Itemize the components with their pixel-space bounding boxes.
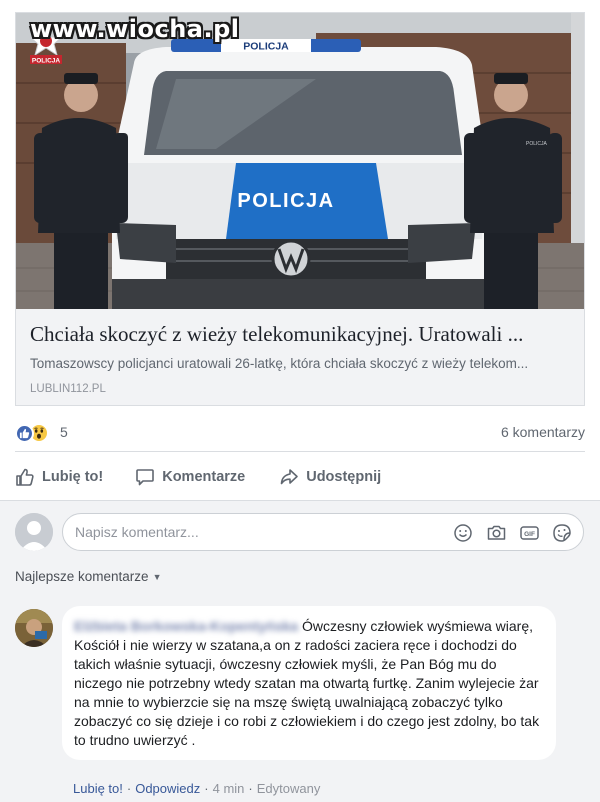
chevron-down-icon: ▼ — [152, 571, 162, 582]
commenter-avatar[interactable] — [15, 609, 53, 647]
comments-section: Napisz komentarz... GIF Najlepsze koment… — [0, 500, 600, 802]
reaction-count[interactable]: 5 — [60, 424, 68, 440]
svg-text:GIF: GIF — [524, 531, 535, 538]
comment-author-name[interactable]: Elżbieta Borkowska-Kopentyńska — [74, 618, 298, 634]
preview-image[interactable]: POLICJA POLICJA POLICJA POLICJA www.wioc… — [16, 13, 584, 309]
separator-dot: · — [204, 781, 209, 796]
current-user-avatar[interactable] — [15, 513, 53, 551]
comment-button[interactable]: Komentarze — [135, 461, 245, 493]
preview-domain: LUBLIN112.PL — [30, 383, 106, 395]
comments-count-link[interactable]: 6 komentarzy — [501, 424, 585, 440]
comment-button-label: Komentarze — [162, 469, 246, 485]
sticker-icon[interactable] — [551, 522, 573, 544]
comment-reply-link[interactable]: Odpowiedz — [135, 781, 200, 796]
share-button[interactable]: Udostępnij — [279, 461, 381, 493]
comment-edited-label[interactable]: Edytowany — [257, 781, 321, 796]
reaction-icons[interactable] — [15, 423, 49, 443]
comment-like-link[interactable]: Lubię to! — [73, 781, 123, 796]
thumbs-up-icon — [16, 468, 34, 486]
van-side-label: POLICJA — [237, 190, 334, 212]
emoji-icon[interactable] — [452, 522, 474, 544]
gif-icon[interactable]: GIF — [518, 522, 540, 544]
comment-meta: Lubię to! · Odpowiedz · 4 min · Edytowan… — [73, 781, 320, 796]
post-actions: Lubię to! Komentarze Udostępnij — [15, 457, 585, 497]
light-bar-label: POLICJA — [243, 41, 289, 53]
comment-input[interactable]: Napisz komentarz... GIF — [62, 513, 584, 551]
post-card: POLICJA POLICJA POLICJA POLICJA www.wioc… — [0, 0, 600, 500]
comment-bubble-icon — [136, 469, 155, 486]
sort-label: Najlepsze komentarze — [15, 569, 149, 584]
composer-icons: GIF — [441, 522, 573, 544]
like-button[interactable]: Lubię to! — [15, 461, 103, 493]
share-arrow-icon — [280, 469, 299, 485]
comment-bubble: Elżbieta Borkowska-Kopentyńska Ówczesny … — [62, 606, 556, 760]
like-icon — [15, 423, 34, 443]
police-van-photo: POLICJA POLICJA POLICJA POLICJA — [16, 13, 584, 309]
separator-dot: · — [248, 781, 253, 796]
share-button-label: Udostępnij — [306, 469, 382, 485]
comment-input-placeholder: Napisz komentarz... — [75, 524, 199, 540]
preview-description: Tomaszowscy policjanci uratowali 26-latk… — [30, 356, 529, 371]
svg-text:POLICJA: POLICJA — [32, 58, 60, 65]
preview-title[interactable]: Chciała skoczyć z wieży telekomunikacyjn… — [30, 321, 570, 347]
comment-sort-selector[interactable]: Najlepsze komentarze ▼ — [15, 569, 162, 584]
reactions-row: 5 6 komentarzy — [15, 420, 585, 446]
comment-text: Ówczesny człowiek wyśmiewa wiarę, Kośció… — [74, 618, 540, 748]
comment-timestamp[interactable]: 4 min — [213, 781, 245, 796]
camera-icon[interactable] — [485, 522, 507, 544]
link-preview[interactable]: POLICJA POLICJA POLICJA POLICJA www.wioc… — [15, 12, 585, 406]
separator-dot: · — [126, 781, 132, 796]
divider — [15, 451, 585, 452]
watermark-logo: www.wiocha.pl — [30, 15, 240, 43]
preview-text[interactable]: Chciała skoczyć z wieży telekomunikacyjn… — [16, 309, 584, 405]
officer-badge-label: POLICJA — [526, 141, 548, 147]
like-button-label: Lubię to! — [42, 469, 104, 485]
